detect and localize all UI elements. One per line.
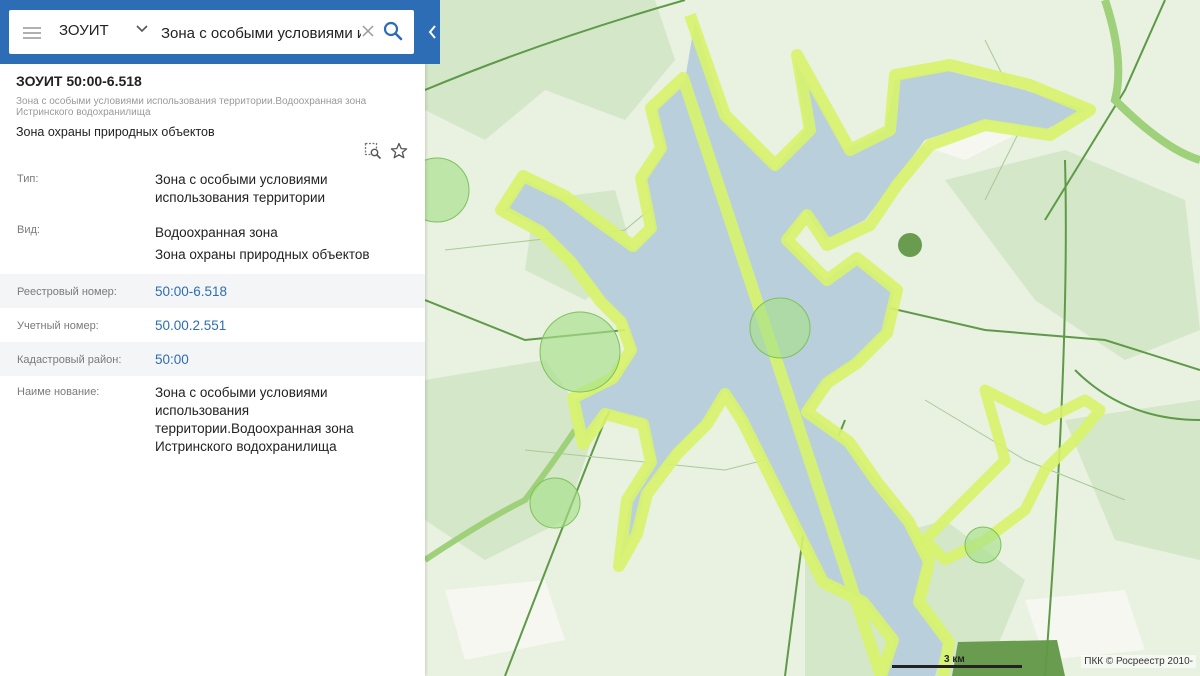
map-canvas[interactable] — [425, 0, 1200, 676]
attr-value: Зона с особыми условиями использования те… — [155, 385, 354, 454]
attr-label: Кадастровый район: — [17, 354, 122, 366]
cadastral-district-link[interactable]: 50:00 — [155, 351, 405, 369]
dark-green-spot — [898, 233, 922, 257]
attr-label: Реестровый номер: — [17, 286, 117, 298]
search-bar: ЗОУИТ — [0, 0, 440, 64]
object-title: ЗОУИТ 50:00-6.518 — [16, 73, 142, 89]
menu-icon[interactable] — [23, 24, 41, 40]
attr-label: Вид: — [17, 224, 40, 236]
star-icon[interactable] — [390, 142, 408, 160]
chevron-down-icon[interactable] — [135, 22, 149, 36]
attr-row-kind: Вид: Водоохранная зона Зона охраны природ… — [0, 213, 425, 274]
scale-label: 3 км — [944, 654, 965, 665]
attr-row-name: Наиме нование: Зона с особыми условиями и… — [0, 376, 425, 466]
account-number-link[interactable]: 50.00.2.551 — [155, 317, 405, 335]
search-icon[interactable] — [383, 21, 403, 41]
map-scale: 3 км — [892, 654, 1022, 670]
attr-value: Зона с особыми условиями использования те… — [155, 172, 328, 205]
attr-label: Тип: — [17, 173, 39, 185]
attr-row-cadastral-district: Кадастровый район: 50:00 — [0, 342, 425, 376]
attr-row-registry-number: Реестровый номер: 50:00-6.518 — [0, 274, 425, 308]
type-select[interactable]: ЗОУИТ — [59, 22, 109, 39]
close-icon[interactable] — [360, 23, 376, 39]
map-view[interactable]: 3 км ПКК © Росреестр 2010- — [425, 0, 1200, 676]
attr-label: Учетный номер: — [17, 320, 99, 332]
attr-row-account-number: Учетный номер: 50.00.2.551 — [0, 308, 425, 342]
search-box: ЗОУИТ — [9, 10, 414, 54]
chevron-left-icon[interactable] — [425, 20, 440, 44]
attr-value: Водоохранная зона Зона охраны природных о… — [155, 225, 370, 262]
object-full-name: Зона с особыми условиями использования т… — [16, 96, 367, 118]
map-attribution: ПКК © Росреестр 2010- — [1081, 655, 1196, 668]
zoom-to-object-icon[interactable] — [364, 142, 382, 160]
object-subtype: Зона охраны природных объектов — [16, 125, 215, 139]
info-panel: ЗОУИТ ЗОУИТ 50:00-6.518 Зона с особыми у… — [0, 0, 440, 676]
attr-row-type: Тип: Зона с особыми условиями использован… — [0, 163, 425, 213]
attr-label: Наиме нование: — [17, 386, 100, 398]
search-input[interactable] — [159, 20, 363, 46]
registry-number-link[interactable]: 50:00-6.518 — [155, 283, 405, 301]
